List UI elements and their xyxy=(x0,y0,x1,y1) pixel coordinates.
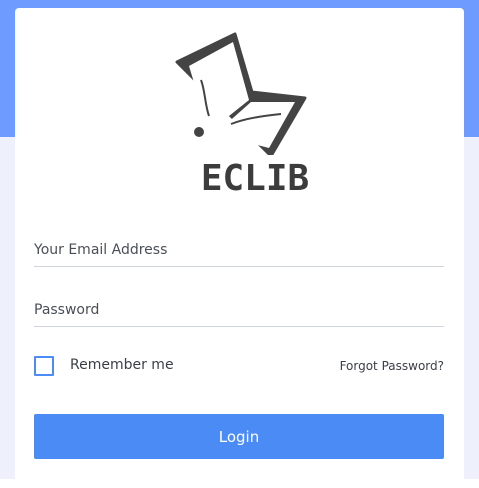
remember-me-checkbox[interactable] xyxy=(34,356,54,376)
email-field[interactable] xyxy=(34,234,444,267)
forgot-password-link[interactable]: Forgot Password? xyxy=(340,358,444,374)
password-field[interactable] xyxy=(34,294,444,327)
open-book-icon xyxy=(175,32,307,155)
remember-me-label[interactable]: Remember me xyxy=(70,356,174,374)
login-button[interactable]: Login xyxy=(34,414,444,459)
logo: ECLIB xyxy=(175,30,335,210)
logo-text: ECLIB xyxy=(200,158,310,199)
login-card: ECLIB Remember me Forgot Password? Login xyxy=(15,8,464,488)
